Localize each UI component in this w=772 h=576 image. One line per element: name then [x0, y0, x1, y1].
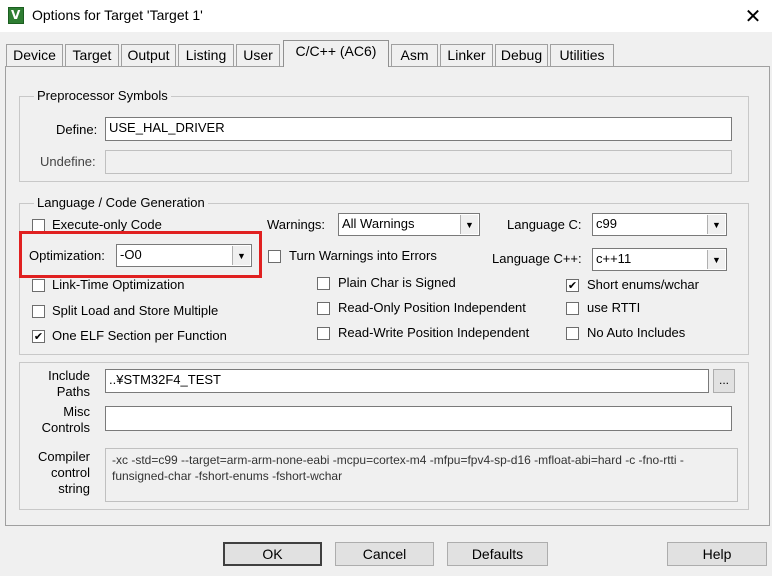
rwpi-checkbox[interactable]	[317, 327, 330, 340]
short-enums-label: Short enums/wchar	[587, 277, 699, 292]
window-title: Options for Target 'Target 1'	[32, 7, 203, 23]
split-load-store-label: Split Load and Store Multiple	[52, 303, 219, 318]
misc-controls-label: Misc Controls	[30, 404, 90, 436]
include-label-line-1: Include	[48, 368, 90, 383]
one-elf-checkbox[interactable]: ✔	[32, 330, 45, 343]
compiler-control-label: Compiler control string	[30, 449, 90, 497]
define-input[interactable]: USE_HAL_DRIVER	[105, 117, 732, 141]
help-button[interactable]: Help	[667, 542, 767, 566]
close-icon[interactable]: ✕	[738, 3, 768, 29]
include-paths-label: Include Paths	[30, 368, 90, 400]
plain-char-checkbox[interactable]	[317, 277, 330, 290]
tab-device[interactable]: Device	[6, 44, 63, 66]
warnings-select[interactable]: All Warnings ▼	[338, 213, 480, 236]
language-c-select[interactable]: c99 ▼	[592, 213, 727, 236]
plain-char-label: Plain Char is Signed	[338, 275, 456, 290]
include-paths-input[interactable]: ..¥STM32F4_TEST	[105, 369, 709, 393]
rtti-label: use RTTI	[587, 300, 641, 315]
language-cpp-label: Language C++:	[492, 251, 582, 266]
tab-c-cpp-ac6[interactable]: C/C++ (AC6)	[283, 40, 389, 67]
language-c-label: Language C:	[507, 217, 582, 232]
lto-label: Link-Time Optimization	[52, 277, 185, 292]
compiler-control-string: -xc -std=c99 --target=arm-arm-none-eabi …	[105, 448, 738, 502]
compiler-label-line-3: string	[58, 481, 90, 496]
tab-utilities[interactable]: Utilities	[550, 44, 614, 66]
lto-checkbox[interactable]	[32, 279, 45, 292]
defaults-button[interactable]: Defaults	[447, 542, 548, 566]
rwpi-label: Read-Write Position Independent	[338, 325, 530, 340]
turn-warnings-label: Turn Warnings into Errors	[289, 248, 437, 263]
undefine-label: Undefine:	[40, 154, 96, 169]
chevron-down-icon[interactable]: ▼	[707, 215, 725, 234]
language-c-value: c99	[596, 216, 617, 231]
define-label: Define:	[56, 122, 98, 137]
language-group-title: Language / Code Generation	[34, 195, 208, 210]
ok-button[interactable]: OK	[223, 542, 322, 566]
rtti-checkbox[interactable]	[566, 302, 579, 315]
misc-controls-input[interactable]	[105, 406, 732, 431]
undefine-input[interactable]	[105, 150, 732, 174]
no-auto-includes-checkbox[interactable]	[566, 327, 579, 340]
app-icon: V	[8, 7, 24, 24]
tab-output[interactable]: Output	[121, 44, 176, 66]
optimization-highlight	[19, 231, 262, 278]
chevron-down-icon[interactable]: ▼	[460, 215, 478, 234]
compiler-label-line-2: control	[50, 465, 90, 480]
ropi-label: Read-Only Position Independent	[338, 300, 526, 315]
split-load-store-checkbox[interactable]	[32, 305, 45, 318]
language-cpp-select[interactable]: c++11 ▼	[592, 248, 727, 271]
no-auto-includes-label: No Auto Includes	[587, 325, 686, 340]
tab-listing[interactable]: Listing	[178, 44, 234, 66]
warnings-label: Warnings:	[267, 217, 326, 232]
tab-debug[interactable]: Debug	[495, 44, 548, 66]
include-label-line-2: Paths	[56, 384, 90, 399]
language-cpp-value: c++11	[596, 251, 632, 266]
cancel-button[interactable]: Cancel	[335, 542, 434, 566]
app-icon-letter: V	[11, 8, 21, 22]
preprocessor-group-title: Preprocessor Symbols	[34, 88, 171, 103]
compiler-label-line-1: Compiler	[37, 449, 90, 464]
tab-asm[interactable]: Asm	[391, 44, 438, 66]
ropi-checkbox[interactable]	[317, 302, 330, 315]
tab-linker[interactable]: Linker	[440, 44, 493, 66]
short-enums-checkbox[interactable]: ✔	[566, 279, 579, 292]
warnings-value: All Warnings	[342, 216, 415, 231]
tab-target[interactable]: Target	[65, 44, 119, 66]
misc-label-line-2: Controls	[41, 420, 90, 435]
execute-only-label: Execute-only Code	[52, 217, 162, 232]
turn-warnings-checkbox[interactable]	[268, 250, 281, 263]
one-elf-label: One ELF Section per Function	[52, 328, 227, 343]
tab-user[interactable]: User	[236, 44, 280, 66]
chevron-down-icon[interactable]: ▼	[707, 250, 725, 269]
misc-label-line-1: Misc	[63, 404, 90, 419]
browse-include-button[interactable]: ...	[713, 369, 735, 393]
